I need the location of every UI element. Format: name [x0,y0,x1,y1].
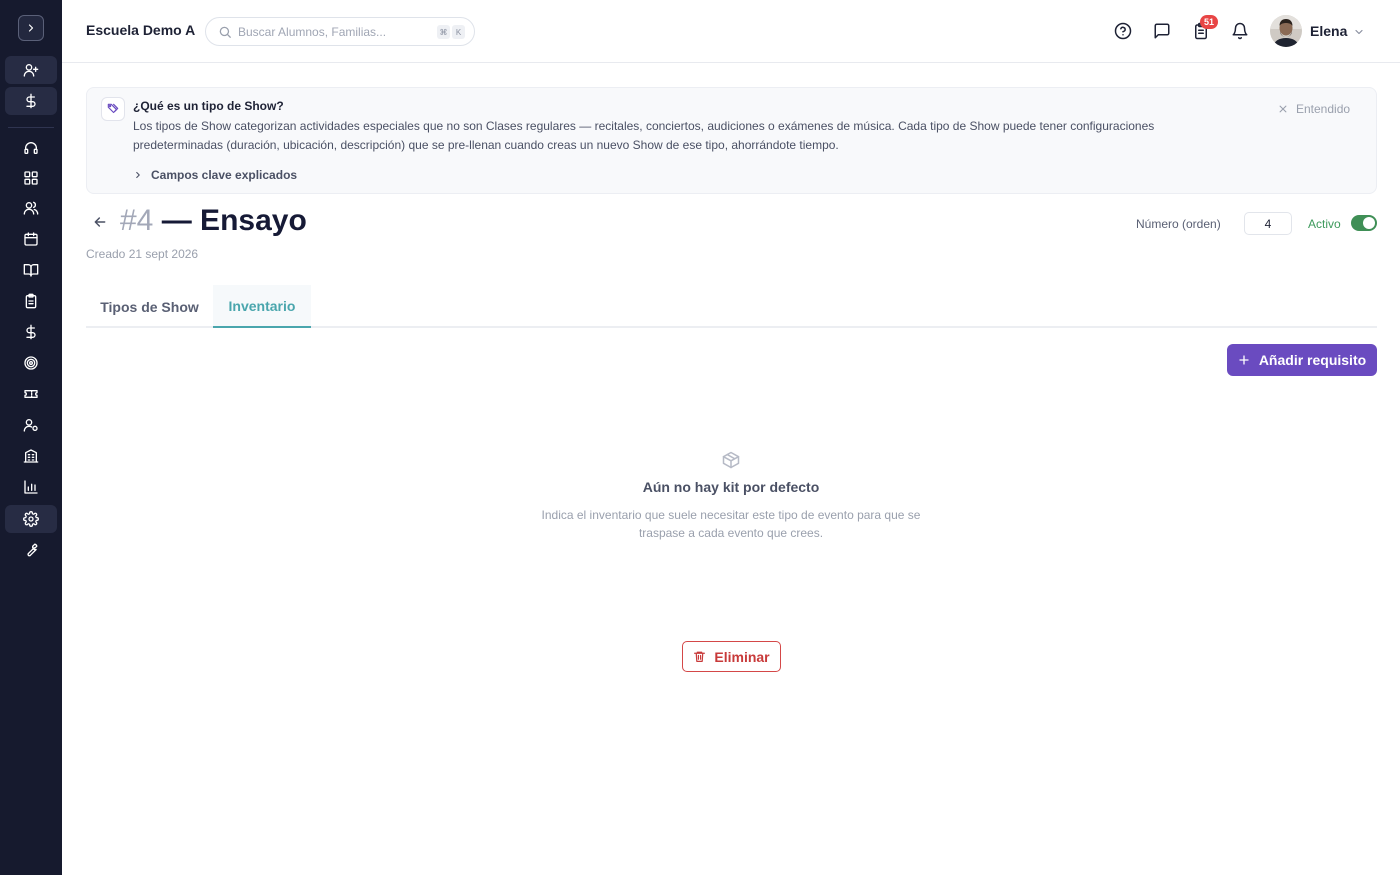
tags-icon [107,103,119,114]
shortcut-key-k: K [452,25,465,39]
add-requirement-button[interactable]: Añadir requisito [1227,344,1377,376]
school-name[interactable]: Escuela Demo A [86,22,195,38]
show-type-number: #4 [120,204,154,237]
sidebar-toggle-button[interactable] [18,15,44,41]
active-toggle[interactable] [1351,215,1377,231]
sidebar-item-tools[interactable] [5,536,57,564]
chevron-right-icon [28,24,34,32]
delete-label: Eliminar [714,648,770,665]
trash-icon [694,651,706,662]
user-plus-icon [23,63,39,77]
sidebar-item-calendar[interactable] [5,225,57,253]
sidebar-item-events[interactable] [5,380,57,408]
dollar-icon [26,324,36,340]
user-settings-icon [23,419,38,432]
package-icon [722,451,740,469]
plus-icon [1239,355,1249,365]
search-bar[interactable]: ⌘ K [205,17,475,46]
tab-inventory[interactable]: Inventario [213,285,311,328]
target-icon [24,356,38,370]
banner-text: Los tipos de Show categorizan actividade… [133,119,1155,152]
chevron-right-icon [136,171,140,179]
sidebar-item-courses[interactable] [5,256,57,284]
show-type-name: — Ensayo [161,204,307,237]
add-requirement-label: Añadir requisito [1258,352,1367,368]
sidebar-item-dashboard[interactable] [5,164,57,192]
close-icon [1279,105,1287,113]
active-label: Activo [1308,217,1341,231]
sidebar-item-add-student[interactable] [5,56,57,84]
sidebar-divider [8,127,54,128]
sidebar [0,0,62,875]
user-name[interactable]: Elena [1310,23,1347,39]
messages-button[interactable] [1152,21,1172,41]
help-circle-icon [1114,22,1132,40]
avatar[interactable] [1270,15,1302,47]
key-fields-toggle[interactable]: Campos clave explicados [133,168,297,182]
empty-state-text: Indica el inventario que suele necesitar… [541,508,921,540]
banner-icon-box [101,97,125,121]
clipboard-icon [25,293,37,309]
wrench-icon [27,543,38,557]
notifications-button[interactable] [1230,21,1250,41]
dismiss-banner-button[interactable]: Entendido [1278,102,1350,116]
headset-icon [24,142,38,154]
sidebar-item-billing[interactable] [5,318,57,346]
sidebar-item-students[interactable] [5,194,57,222]
book-icon [23,264,39,277]
message-square-icon [1154,23,1170,39]
top-header: Escuela Demo A ⌘ K 51 Elena [62,0,1400,63]
help-button[interactable] [1113,21,1133,41]
sidebar-item-settings[interactable] [5,505,57,533]
sidebar-item-goals[interactable] [5,349,57,377]
gear-icon [23,511,39,527]
building-icon [23,449,39,463]
dollar-icon [26,93,36,109]
tab-bar: Tipos de Show Inventario [86,285,1377,328]
sidebar-item-locations[interactable] [5,442,57,470]
dashboard-icon [24,171,38,185]
sidebar-item-payments[interactable] [5,87,57,115]
sidebar-item-support[interactable] [5,134,57,162]
ticket-icon [24,390,38,398]
created-date: Creado 21 sept 2026 [86,247,199,261]
page-title: #4 — Ensayo [120,204,307,238]
empty-state-title: Aún no hay kit por defecto [642,479,820,495]
bell-icon [1232,22,1248,40]
calendar-icon [24,232,38,246]
info-banner: ¿Qué es un tipo de Show? Los tipos de Sh… [86,87,1377,194]
delete-button[interactable]: Eliminar [682,641,781,672]
shortcut-key-cmd: ⌘ [437,25,450,39]
back-button[interactable] [92,214,108,235]
key-fields-label: Campos clave explicados [151,168,298,182]
tab-show-types[interactable]: Tipos de Show [86,285,213,328]
tasks-count-badge: 51 [1200,15,1219,29]
sidebar-item-attendance[interactable] [5,287,57,315]
users-icon [23,201,39,215]
order-number-label: Número (orden) [1136,217,1221,231]
chevron-down-icon[interactable] [1353,26,1365,38]
sidebar-item-reports[interactable] [5,473,57,501]
banner-title: ¿Qué es un tipo de Show? [133,99,284,113]
dismiss-label: Entendido [1296,102,1351,116]
arrow-left-icon [94,217,106,227]
order-number-input[interactable] [1244,212,1292,235]
sidebar-item-staff[interactable] [5,411,57,439]
search-icon [219,26,231,38]
bar-chart-icon [24,480,38,494]
search-input[interactable] [238,24,398,40]
